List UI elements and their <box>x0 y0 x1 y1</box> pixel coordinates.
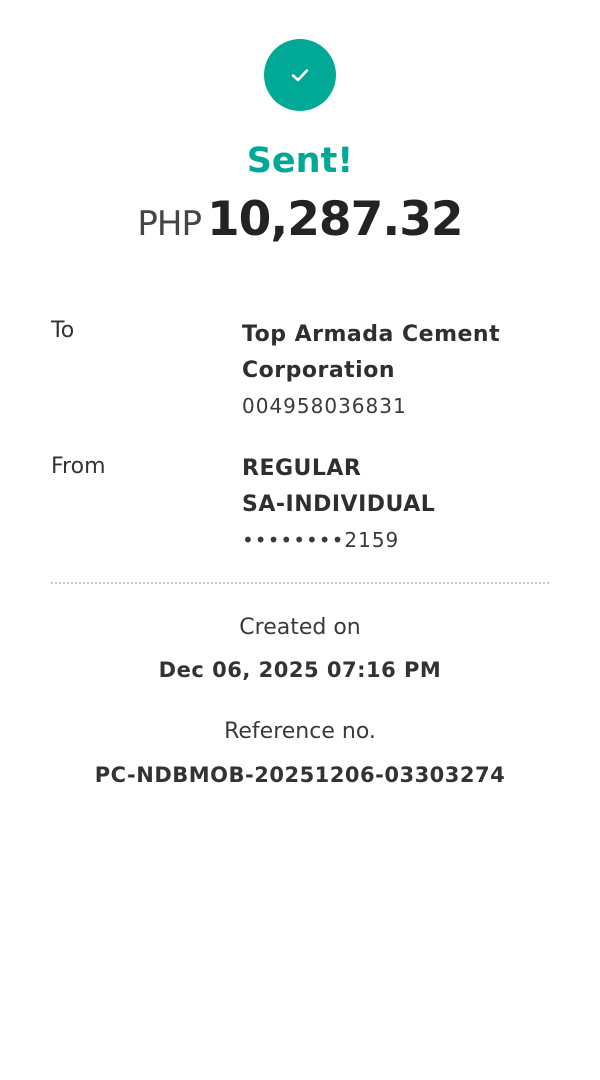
divider <box>51 582 549 584</box>
sender-name-line1: REGULAR <box>242 456 362 481</box>
success-check-badge <box>264 39 336 111</box>
sender-details: REGULAR SA-INDIVIDUAL ••••••••2159 <box>242 451 542 557</box>
reference-value: PC-NDBMOB-20251206-03303274 <box>94 763 506 787</box>
reference-label: Reference no. <box>224 719 376 744</box>
to-label: To <box>51 318 75 343</box>
recipient-details: Top Armada Cement Corporation 0049580368… <box>242 317 542 423</box>
check-icon <box>291 69 309 82</box>
amount-display: PHP 10,287.32 <box>0 192 600 247</box>
created-value: Dec 06, 2025 07:16 PM <box>158 658 442 682</box>
recipient-name-line2: Corporation <box>242 358 396 383</box>
sender-name-line2: SA-INDIVIDUAL <box>242 492 436 517</box>
amount-currency: PHP <box>137 204 202 244</box>
recipient-name-line1: Top Armada Cement <box>242 322 501 347</box>
from-label: From <box>51 454 106 479</box>
sender-account: ••••••••2159 <box>242 528 400 552</box>
recipient-account: 004958036831 <box>242 394 407 418</box>
created-label: Created on <box>239 615 361 640</box>
amount-value: 10,287.32 <box>206 192 464 247</box>
status-title: Sent! <box>246 141 354 181</box>
